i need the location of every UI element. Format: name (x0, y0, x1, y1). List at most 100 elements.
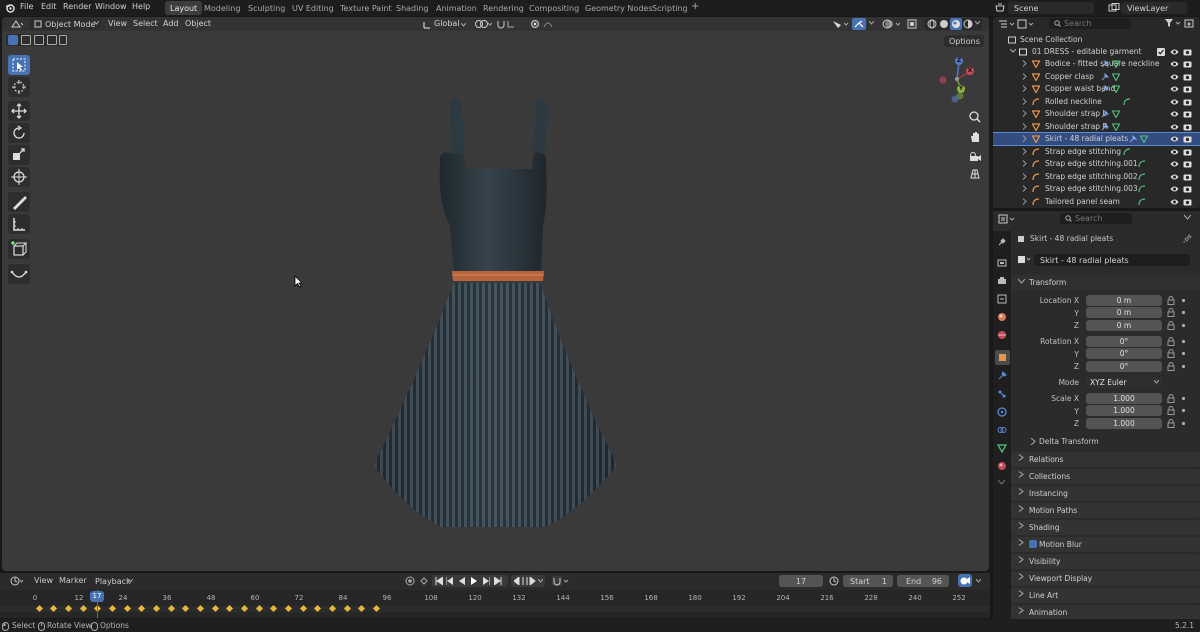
chevron-right-icon[interactable] (1022, 72, 1027, 80)
object-name-field[interactable]: Skirt - 48 radial pleats (1034, 254, 1190, 266)
tab-texture-paint[interactable]: Texture Paint (335, 1, 397, 15)
start-frame-field[interactable]: Start 1 (843, 575, 893, 587)
animate-property-icon[interactable] (1181, 310, 1186, 315)
timeline-editor[interactable]: View Marker Playback 17 Start 1 End 96 0… (0, 573, 990, 618)
animate-property-icon[interactable] (1181, 364, 1186, 369)
property-panel[interactable]: Animation (1011, 605, 1200, 619)
mesh-data-icon[interactable] (1112, 60, 1120, 68)
select-subtract-icon[interactable] (34, 35, 44, 45)
eye-icon[interactable] (1170, 110, 1179, 118)
outliner-item[interactable]: Rolled neckline (993, 96, 1200, 108)
rotation-y-field[interactable]: 0° (1086, 348, 1162, 359)
scene-collection-row[interactable]: Scene Collection (993, 34, 1200, 46)
modifier-wrench-icon[interactable] (1101, 60, 1109, 68)
xray-icon[interactable] (906, 18, 918, 30)
camera-render-icon[interactable] (1183, 198, 1192, 206)
outliner-item[interactable]: Shoulder strap R (993, 121, 1200, 133)
view-layer-tab-icon[interactable] (997, 294, 1007, 304)
lock-icon[interactable] (1167, 406, 1175, 415)
gizmo-toggle-icon[interactable] (852, 18, 866, 30)
outliner-item[interactable]: Copper waist band (993, 83, 1200, 95)
chevron-right-icon[interactable] (1022, 122, 1027, 130)
snap-icon[interactable] (496, 19, 518, 29)
eye-icon[interactable] (1170, 73, 1179, 81)
select-intersect-icon[interactable] (59, 35, 67, 45)
world-tab-icon[interactable] (997, 330, 1007, 340)
display-mode-icon[interactable] (1017, 19, 1035, 29)
add-workspace-button[interactable]: + (686, 1, 704, 15)
curve-data-icon[interactable] (1138, 160, 1146, 168)
camera-render-icon[interactable] (1183, 85, 1192, 93)
solid-shading-icon[interactable] (939, 19, 949, 29)
chevron-right-icon[interactable] (1022, 135, 1027, 142)
mesh-data-icon[interactable] (1140, 135, 1148, 143)
camera-render-icon[interactable] (1183, 123, 1192, 131)
eye-icon[interactable] (1170, 60, 1179, 68)
collection-row[interactable]: 01 DRESS - editable garment (993, 46, 1200, 58)
property-panel[interactable]: Motion Blur (1011, 537, 1200, 552)
curve-data-icon[interactable] (1123, 147, 1131, 156)
options-dropdown[interactable]: Options (944, 35, 984, 47)
3d-viewport[interactable]: Object Mode View Select Add Object Globa… (2, 17, 989, 571)
tool-tab-icon[interactable] (997, 237, 1007, 247)
output-tab-icon[interactable] (997, 276, 1007, 286)
dress-model[interactable] (362, 95, 632, 527)
properties-editor[interactable]: Search Skirt - 48 radial pleats Skirt - … (993, 211, 1200, 619)
view-layer-field[interactable]: ViewLayer (1121, 2, 1187, 14)
property-panel[interactable]: Viewport Display (1011, 571, 1200, 586)
outliner-editor-icon[interactable] (998, 19, 1016, 29)
camera-view-icon[interactable] (968, 149, 982, 163)
material-preview-icon[interactable] (950, 18, 962, 30)
animate-property-icon[interactable] (1181, 396, 1186, 401)
camera-icon[interactable] (958, 574, 972, 587)
modifier-tab-icon[interactable] (997, 371, 1007, 381)
lock-icon[interactable] (1167, 419, 1175, 428)
camera-render-icon[interactable] (1183, 185, 1192, 193)
curve-tool[interactable] (8, 264, 30, 284)
outliner-item[interactable]: Bodice - fitted square neckline (993, 58, 1200, 70)
timeline-view-menu[interactable]: View (34, 576, 53, 585)
menu-render[interactable]: Render (63, 2, 91, 11)
camera-render-icon[interactable] (1183, 60, 1192, 68)
animate-property-icon[interactable] (1181, 351, 1186, 356)
outliner-item[interactable]: Strap edge stitching (993, 146, 1200, 158)
perspective-toggle-icon[interactable] (968, 167, 982, 181)
properties-editor-icon[interactable] (998, 214, 1016, 224)
editor-type-icon[interactable] (10, 19, 24, 29)
outliner[interactable]: Search Scene Collection 01 DRESS - edita… (993, 17, 1200, 208)
animate-property-icon[interactable] (1181, 323, 1186, 328)
tab-compositing[interactable]: Compositing (524, 1, 584, 15)
outliner-item[interactable]: Copper clasp (993, 71, 1200, 83)
clock-editor-icon[interactable] (10, 576, 24, 586)
menu-select[interactable]: Select (133, 19, 158, 28)
rendered-shading-icon[interactable] (963, 19, 973, 29)
gizmo-z-axis[interactable]: Z (955, 57, 963, 65)
eye-icon[interactable] (1170, 198, 1179, 206)
play-icon[interactable] (470, 577, 478, 585)
camera-render-icon[interactable] (1183, 73, 1192, 81)
property-panel[interactable]: Relations (1011, 452, 1200, 467)
chevron-down-icon[interactable] (1010, 48, 1016, 54)
snap-keyframe-icon[interactable] (551, 575, 571, 587)
eye-icon[interactable] (1170, 173, 1179, 181)
scale-tool[interactable] (8, 145, 30, 165)
pivot-point-icon[interactable] (474, 19, 494, 29)
outliner-search[interactable]: Search (1049, 18, 1131, 29)
blender-logo-icon[interactable] (5, 3, 15, 13)
rotate-tool[interactable] (8, 123, 30, 143)
render-tab-icon[interactable] (997, 258, 1007, 268)
motion-blur-checkbox[interactable] (1029, 540, 1037, 548)
outliner-item[interactable]: Strap edge stitching.001 (993, 158, 1200, 170)
animate-property-icon[interactable] (1181, 339, 1186, 344)
end-frame-field[interactable]: End 96 (897, 575, 949, 587)
camera-render-icon[interactable] (1183, 98, 1192, 106)
checkbox-icon[interactable] (1157, 48, 1165, 56)
eye-icon[interactable] (1170, 85, 1179, 93)
tab-layout[interactable]: Layout (165, 1, 203, 15)
pin-icon[interactable] (1183, 234, 1192, 243)
gizmo-x-axis[interactable]: X (966, 67, 974, 75)
playhead-frame[interactable]: 17 (90, 591, 104, 602)
delta-transform-subpanel[interactable]: Delta Transform (1029, 437, 1199, 449)
outliner-item[interactable]: Skirt - 48 radial pleats (993, 132, 1200, 146)
data-tab-icon[interactable] (997, 443, 1007, 453)
